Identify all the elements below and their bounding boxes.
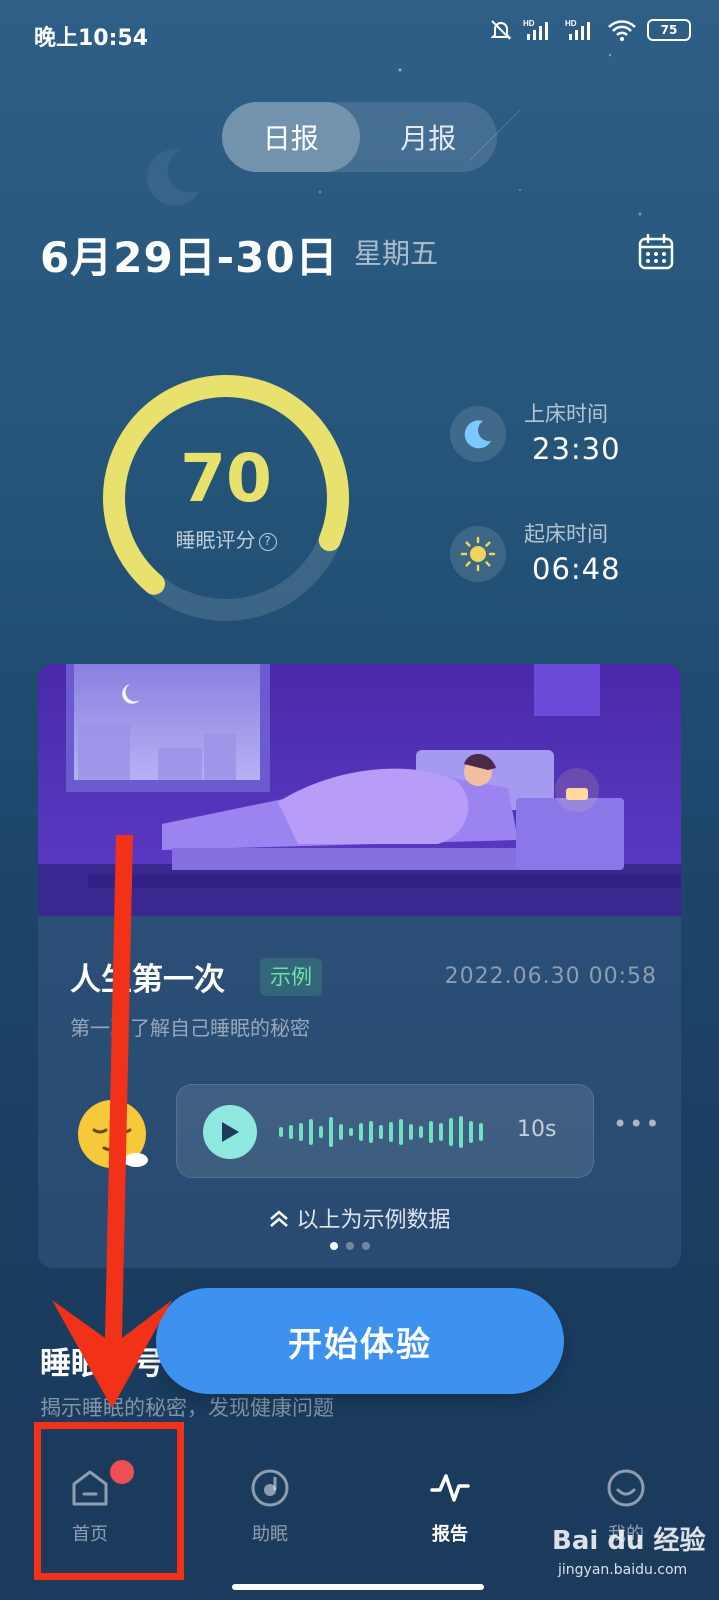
card-description: 第一次了解自己睡眠的秘密: [70, 1016, 310, 1040]
profile-face-icon: [607, 1469, 645, 1507]
nav-label-report: 报告: [432, 1524, 468, 1545]
section-subtitle: 揭示睡眠的秘密，发现健康问题: [40, 1396, 334, 1420]
nav-item-report[interactable]: 报告: [390, 1458, 510, 1558]
card-title: 人生第一次: [70, 962, 225, 998]
waveform-bar: [309, 1119, 313, 1145]
bed-time-label: 上床时间: [524, 402, 608, 426]
mute-bell-icon: [490, 20, 512, 40]
watermark-url: jingyan.baidu.com: [558, 1562, 688, 1578]
bed-time-value: 23:30: [532, 432, 621, 466]
moon-icon: [464, 420, 491, 449]
example-badge: 示例: [260, 958, 322, 996]
moon-icon-wrap: [450, 406, 506, 462]
status-time: 晚上10:54: [34, 26, 149, 51]
watermark-logo: Bai du 经验: [552, 1526, 706, 1556]
example-data-note-text: 以上为示例数据: [296, 1208, 451, 1233]
voice-duration: 10s: [517, 1117, 557, 1142]
waveform-bar: [439, 1123, 443, 1141]
nav-label-sleep-aid: 助眠: [252, 1524, 288, 1545]
waveform-bar: [399, 1119, 403, 1145]
waveform-bar: [329, 1117, 333, 1147]
sun-icon: [460, 536, 496, 572]
section-title: 睡眠音号: [40, 1346, 164, 1382]
sleep-score-label-text: 睡眠评分: [175, 528, 256, 552]
waveform-bar: [479, 1123, 483, 1141]
voice-message[interactable]: 10s: [176, 1084, 594, 1178]
wake-time-label: 起床时间: [524, 522, 608, 546]
bed-time-block: 上床时间 23:30: [450, 398, 650, 498]
waveform-bar: [469, 1121, 473, 1143]
weekday: 星期五: [354, 237, 439, 270]
tab-monthly[interactable]: 月报: [360, 102, 498, 172]
example-data-note: 以上为示例数据: [38, 1202, 681, 1234]
annotation-highlight-box: [34, 1422, 184, 1580]
waveform-bar: [369, 1121, 373, 1143]
wake-time-value: 06:48: [532, 552, 621, 586]
waveform-bar: [349, 1128, 353, 1136]
waveform-bar: [379, 1125, 383, 1139]
pager-dot: [362, 1242, 370, 1250]
home-indicator[interactable]: [232, 1584, 484, 1590]
battery-icon: 75: [647, 19, 691, 41]
date-range: 6月29日-30日: [40, 233, 339, 282]
play-button[interactable]: [203, 1105, 257, 1159]
sun-icon-wrap: [450, 526, 506, 582]
waveform-bar: [289, 1125, 293, 1139]
hd-signal-icon: HD: [565, 19, 590, 40]
waveform-bar: [279, 1127, 283, 1137]
more-options-icon[interactable]: •••: [613, 1110, 661, 1138]
calendar-icon[interactable]: [638, 234, 674, 270]
svg-text:HD: HD: [565, 19, 577, 28]
example-report-card[interactable]: 人生第一次 示例 2022.06.30 00:58 第一次了解自己睡眠的秘密 1…: [38, 664, 681, 1268]
waveform-bar: [319, 1126, 323, 1138]
sleep-score-value: 70: [180, 440, 272, 517]
help-icon[interactable]: ?: [258, 533, 277, 551]
play-icon: [222, 1122, 239, 1142]
waveform-bar: [389, 1122, 393, 1142]
waveform-bar: [339, 1124, 343, 1140]
report-tabs: 日报 月报: [222, 102, 497, 172]
tab-daily[interactable]: 日报: [222, 102, 360, 172]
waveform-bar: [459, 1116, 463, 1148]
hd-signal-icon: HD: [523, 19, 548, 40]
waveform-bar: [449, 1118, 453, 1146]
pager-dot: [346, 1242, 354, 1250]
wake-time-block: 起床时间 06:48: [450, 518, 650, 618]
carousel-pager: [330, 1242, 370, 1250]
waveform-bar: [299, 1123, 303, 1141]
status-icons: HD HD 75: [489, 18, 691, 42]
waveform-bar: [359, 1123, 363, 1141]
svg-text:HD: HD: [523, 19, 535, 28]
waveform-bar: [429, 1121, 433, 1143]
sleep-aid-icon: [251, 1469, 289, 1507]
voice-waveform: [279, 1116, 483, 1148]
wifi-icon: [608, 20, 636, 41]
nav-item-sleep-aid[interactable]: 助眠: [210, 1458, 330, 1558]
chevrons-up-icon: [270, 1210, 289, 1227]
status-bar: 晚上10:54 HD HD 75: [0, 0, 719, 64]
baidu-watermark: Bai du 经验 jingyan.baidu.com: [552, 1520, 712, 1592]
start-experience-button[interactable]: 开始体验: [156, 1288, 564, 1394]
pager-dot: [330, 1242, 338, 1250]
sleepy-emoji-icon: [78, 1100, 148, 1168]
bedroom-illustration: [38, 664, 681, 916]
report-pulse-icon: [430, 1474, 470, 1502]
waveform-bar: [409, 1124, 413, 1140]
waveform-bar: [419, 1126, 423, 1138]
card-datetime: 2022.06.30 00:58: [444, 964, 657, 989]
sleep-score-label: 睡眠评分?: [96, 524, 356, 553]
